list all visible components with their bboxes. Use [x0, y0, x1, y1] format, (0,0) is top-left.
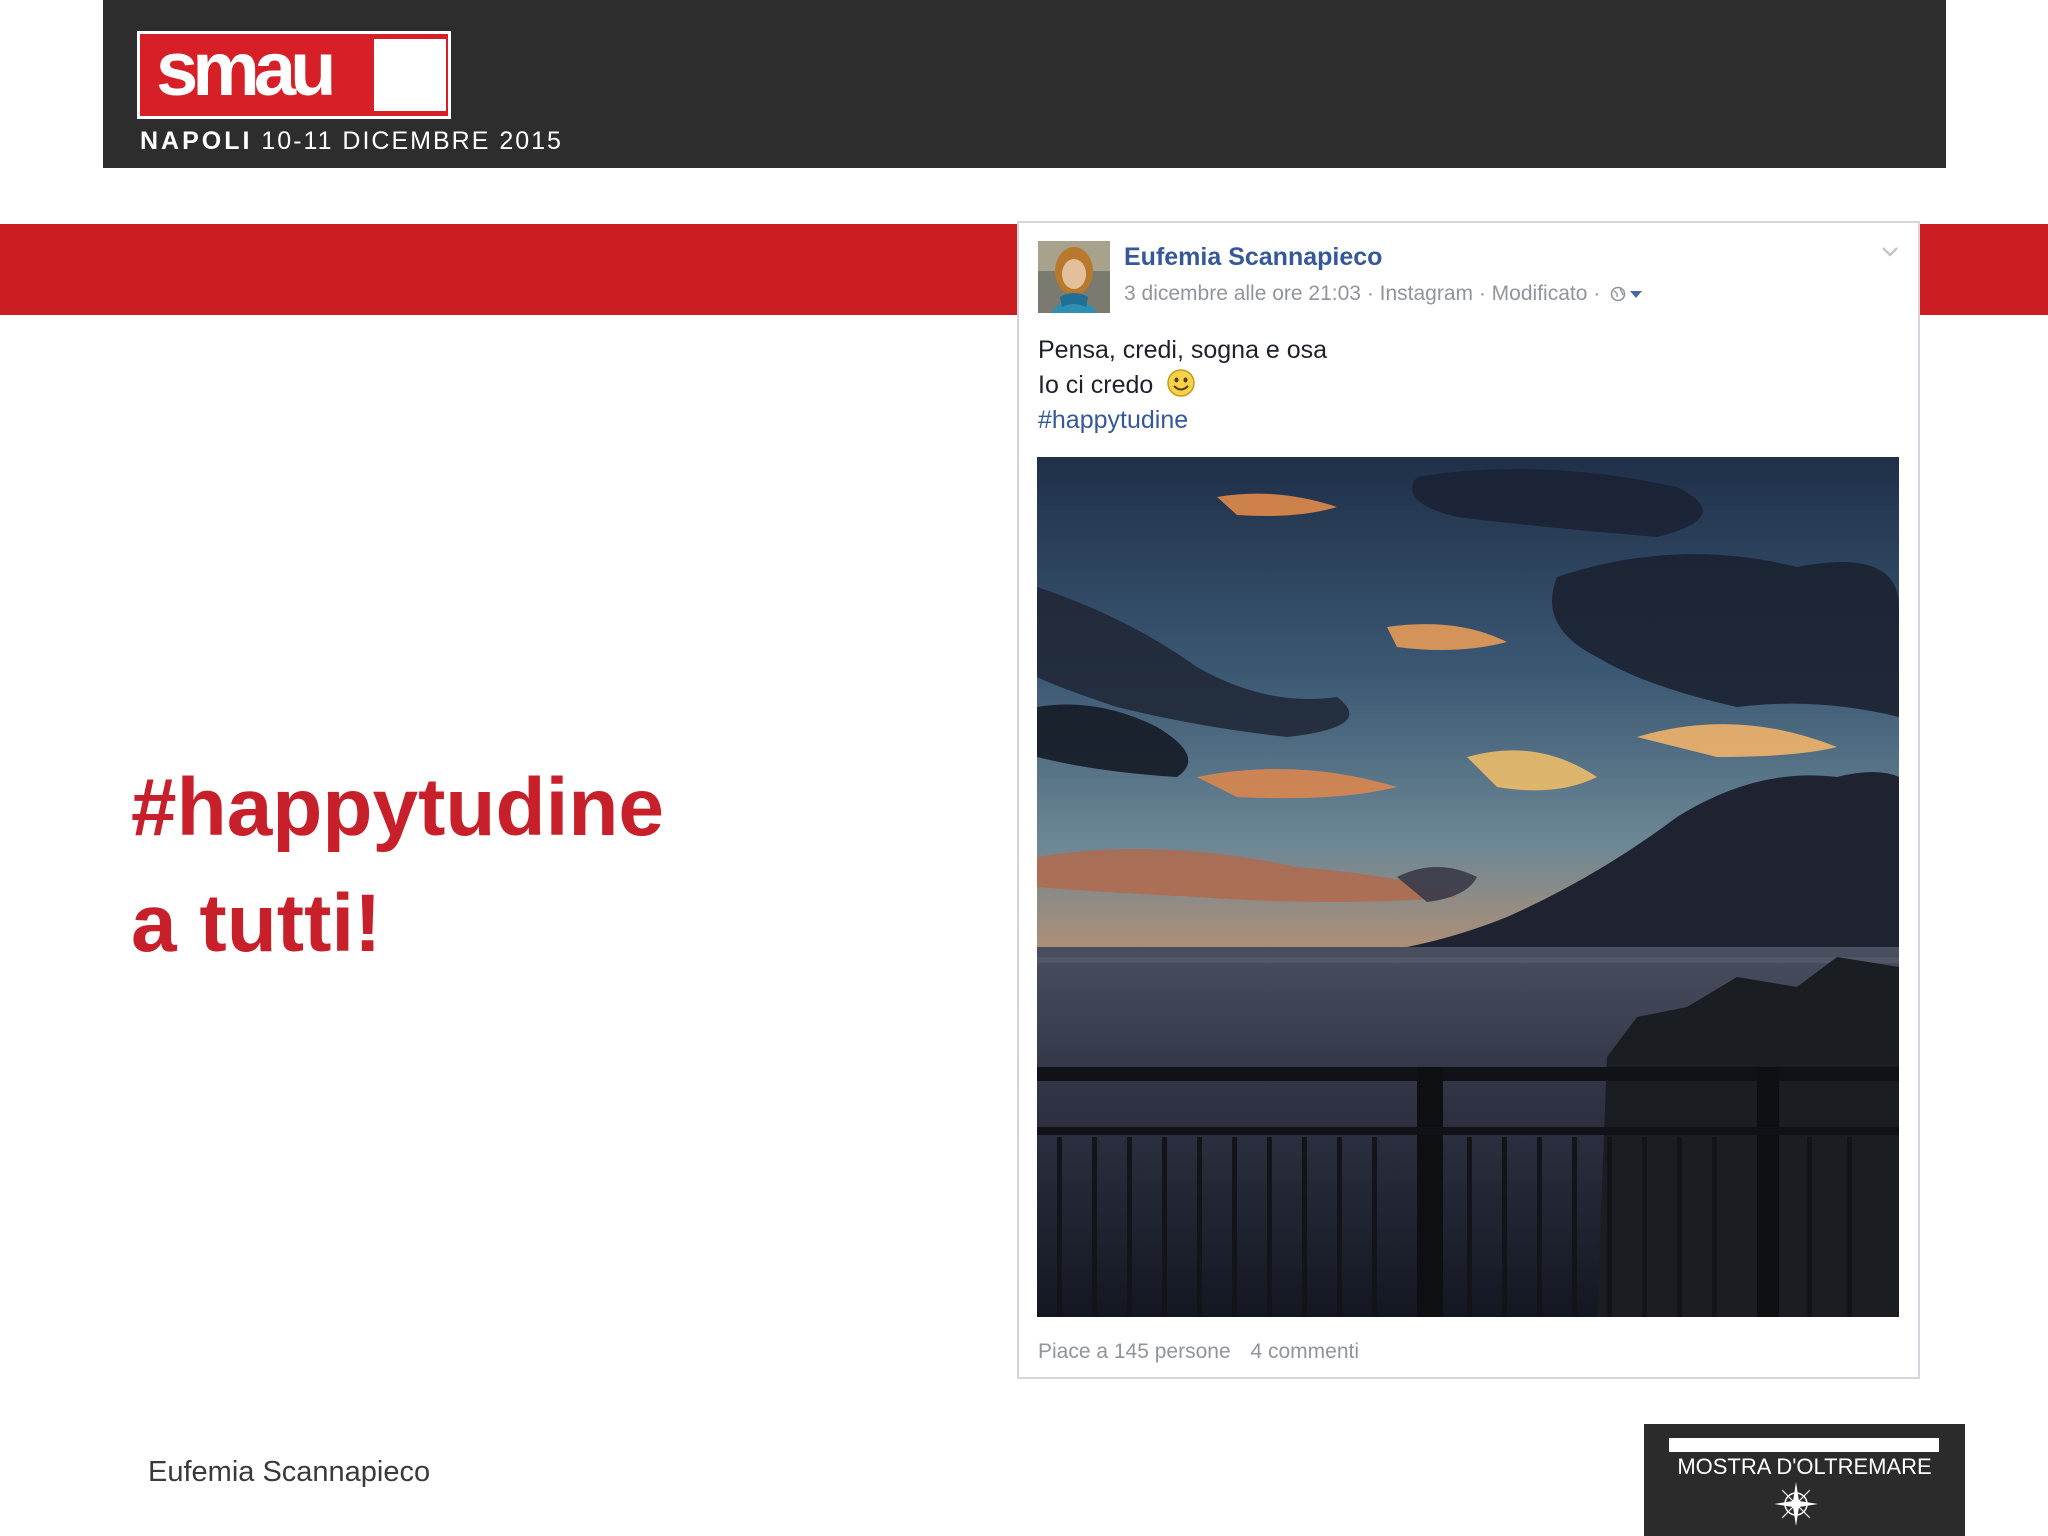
slide-title-line-2: a tutti! — [131, 878, 382, 969]
venue-logo: MOSTRA D'OLTREMARE — [1644, 1424, 1965, 1536]
chevron-down-icon[interactable] — [1880, 245, 1900, 259]
post-text-line-1: Pensa, credi, sogna e osa — [1038, 336, 1328, 364]
post-text: Pensa, credi, sogna e osa Io ci credo #h… — [1038, 333, 1327, 438]
event-dates: 10-11 DICEMBRE 2015 — [261, 127, 563, 155]
globe-icon[interactable] — [1610, 286, 1644, 302]
post-meta-text[interactable]: 3 dicembre alle ore 21:03 · Instagram · … — [1124, 282, 1600, 305]
post-photo[interactable] — [1037, 457, 1899, 1317]
comments-link[interactable]: 4 commenti — [1250, 1340, 1359, 1363]
event-city: NAPOLI — [140, 127, 253, 155]
caret-down-icon — [1630, 291, 1643, 299]
smile-icon — [1167, 369, 1196, 397]
venue-logo-bar — [1669, 1438, 1939, 1452]
avatar[interactable] — [1038, 241, 1110, 313]
facebook-post: Eufemia Scannapieco 3 dicembre alle ore … — [1017, 221, 1920, 1379]
likes-link[interactable]: Piace a 145 persone — [1038, 1340, 1231, 1363]
logo-square — [374, 39, 446, 111]
slide-title-line-1: #happytudine — [131, 762, 665, 853]
compass-rose-icon — [1774, 1482, 1818, 1526]
venue-logo-text: MOSTRA D'OLTREMARE — [1677, 1454, 1932, 1479]
avatar-image — [1038, 241, 1110, 313]
post-meta: 3 dicembre alle ore 21:03 · Instagram · … — [1124, 282, 1644, 306]
hashtag-link[interactable]: #happytudine — [1038, 403, 1327, 438]
post-text-line-2: Io ci credo — [1038, 368, 1327, 403]
smau-logo-text: smau — [156, 27, 337, 112]
slide-title: #happytudine a tutti! — [131, 750, 664, 982]
event-info: NAPOLI 10-11 DICEMBRE 2015 — [140, 127, 563, 156]
footer-author: Eufemia Scannapieco — [148, 1456, 431, 1488]
post-text-line-2-text: Io ci credo — [1038, 371, 1154, 399]
post-stats: Piace a 145 persone 4 commenti — [1038, 1340, 1373, 1364]
post-author-link[interactable]: Eufemia Scannapieco — [1124, 243, 1382, 272]
smau-logo: smau — [137, 27, 451, 119]
